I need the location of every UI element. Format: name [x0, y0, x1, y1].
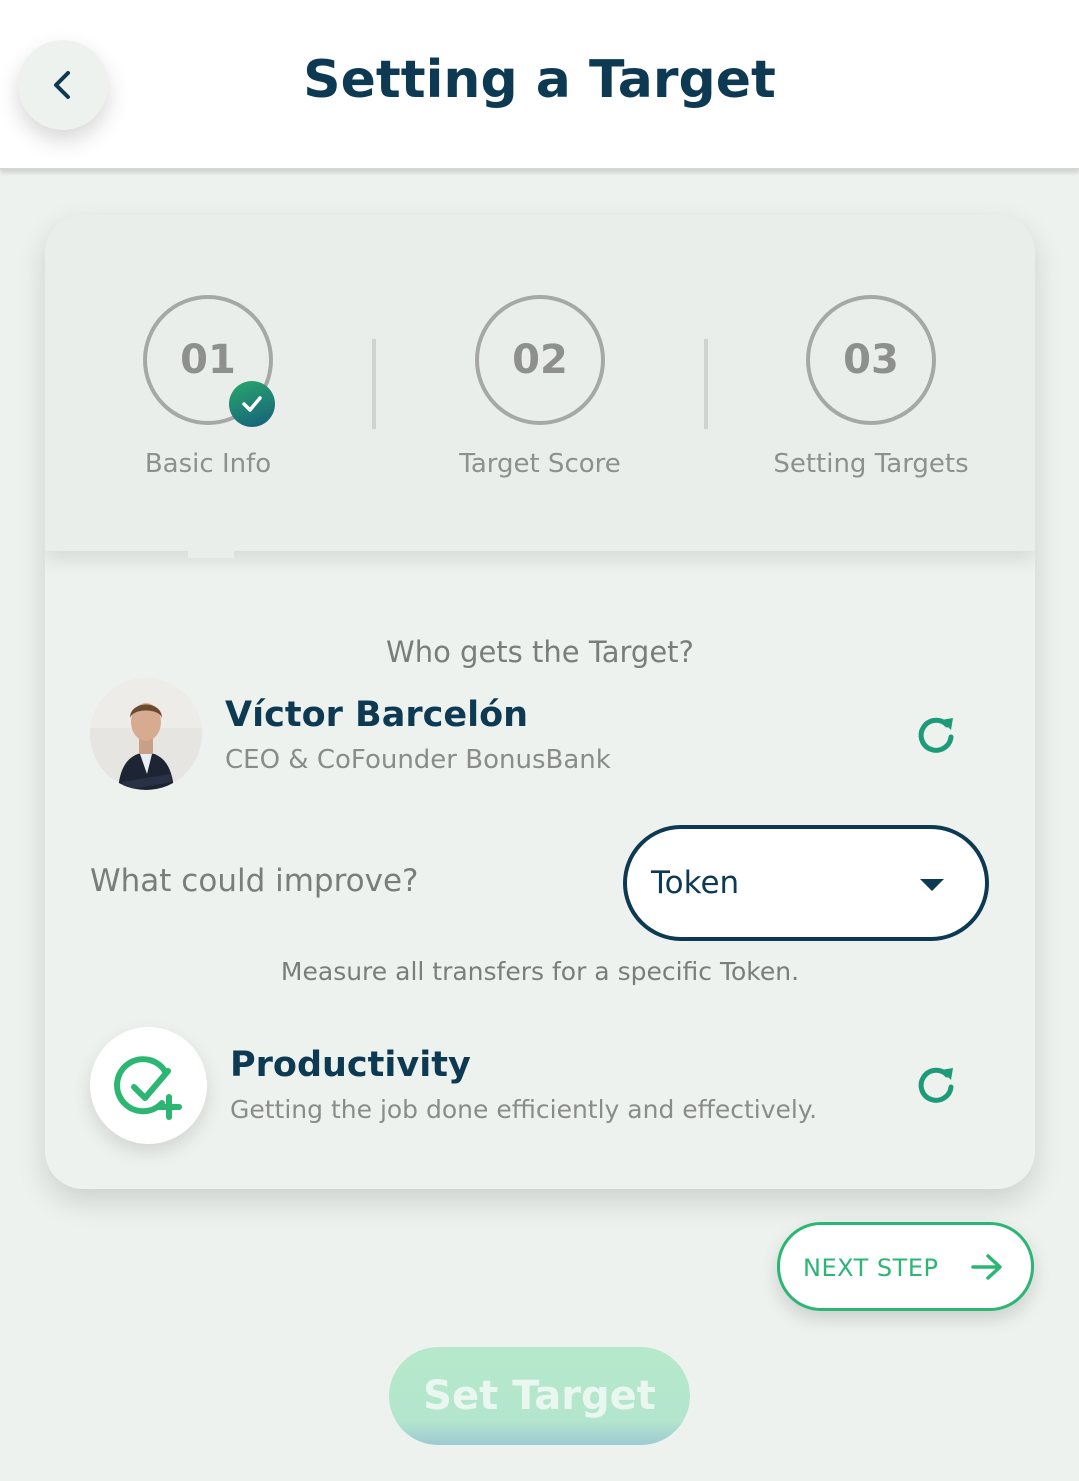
refresh-icon — [918, 1067, 954, 1103]
refresh-person-button[interactable] — [913, 712, 959, 758]
refresh-icon — [918, 717, 954, 753]
step-divider — [704, 339, 708, 429]
step-basic-info[interactable]: 01 Basic Info — [58, 295, 358, 479]
productivity-title: Productivity — [230, 1045, 471, 1085]
set-target-button[interactable]: Set Target — [389, 1347, 690, 1445]
stepper: 01 Basic Info 02 Target Score 03 Setting… — [45, 215, 1035, 551]
step-label: Target Score — [459, 449, 621, 479]
step-circle: 02 — [475, 295, 605, 425]
step-number: 03 — [843, 337, 899, 383]
step-number: 02 — [512, 337, 568, 383]
step-divider — [372, 339, 376, 429]
step-circle: 01 — [143, 295, 275, 427]
page-title: Setting a Target — [303, 50, 776, 110]
avatar — [90, 678, 202, 790]
step-circle: 03 — [806, 295, 936, 425]
header-bar: Setting a Target — [0, 0, 1079, 170]
next-step-label: NEXT STEP — [803, 1254, 939, 1282]
person-name: Víctor Barcelón — [225, 695, 529, 735]
token-dropdown-value: Token — [651, 865, 740, 901]
productivity-description: Getting the job done efficiently and eff… — [230, 1095, 818, 1124]
step-number: 01 — [180, 337, 236, 383]
who-gets-target-title: Who gets the Target? — [386, 635, 694, 669]
caret-down-icon — [920, 879, 944, 891]
arrow-right-icon — [971, 1254, 1002, 1280]
next-step-button[interactable]: NEXT STEP — [777, 1222, 1034, 1311]
token-dropdown[interactable]: Token — [623, 825, 989, 941]
step-target-score[interactable]: 02 Target Score — [390, 295, 690, 479]
target-form-card: 01 Basic Info 02 Target Score 03 Setting… — [45, 215, 1035, 1189]
step-label: Setting Targets — [773, 449, 969, 479]
productivity-icon-container[interactable] — [90, 1027, 207, 1144]
improve-label: What could improve? — [90, 863, 419, 899]
check-plus-icon — [113, 1055, 182, 1120]
person-role: CEO & CoFounder BonusBank — [225, 745, 611, 775]
set-target-label: Set Target — [423, 1373, 656, 1419]
refresh-productivity-button[interactable] — [913, 1062, 959, 1108]
check-icon — [229, 381, 275, 427]
step-setting-targets[interactable]: 03 Setting Targets — [721, 295, 1021, 479]
measure-description: Measure all transfers for a specific Tok… — [280, 957, 800, 986]
step-label: Basic Info — [144, 449, 272, 479]
